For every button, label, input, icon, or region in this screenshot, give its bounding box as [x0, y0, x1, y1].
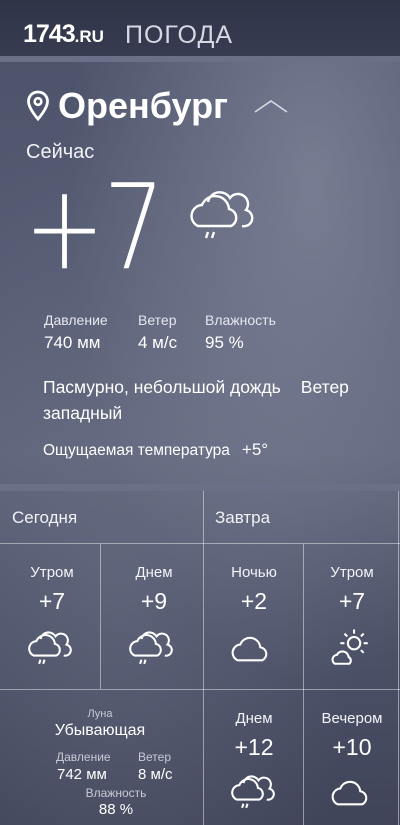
tomorrow-morning-temp: +7 [338, 588, 366, 614]
wind-direction-label: Ветер [300, 377, 349, 397]
section-title[interactable]: ПОГОДА [125, 21, 233, 50]
today-pressure-label: Давление [56, 750, 111, 764]
tomorrow-title: Завтра [215, 508, 271, 527]
feels-like: Ощущаемая температура +5° [43, 440, 269, 459]
grid-line [0, 689, 400, 690]
city-name: Оренбург [58, 85, 229, 126]
today-morning-temp: +7 [38, 588, 66, 614]
weather-condition: Пасмурно, небольшой дождь Ветер западный [43, 377, 349, 423]
today-day-temp: +9 [140, 588, 168, 614]
tomorrow-morning-label: Утром [330, 564, 374, 581]
today-wind-value: 8 м/с [138, 766, 173, 783]
today-pressure-value: 742 мм [57, 766, 107, 783]
moon-label: Луна [87, 708, 113, 720]
moon-phase: Убывающая [54, 722, 146, 739]
grid-line [398, 491, 399, 825]
city-selector[interactable]: Оренбург [26, 84, 228, 128]
tomorrow-night-temp: +2 [240, 588, 268, 614]
grid-line [0, 543, 400, 544]
tomorrow-day-label: Днем [235, 710, 273, 727]
today-humidity-label: Влажность [85, 786, 147, 800]
tomorrow-evening-temp: +10 [332, 734, 372, 760]
grid-line [303, 544, 304, 825]
location-pin-icon [27, 90, 49, 122]
today-title: Сегодня [12, 508, 78, 527]
wind-direction-value: западный [43, 403, 123, 423]
cloud-rain-icon [190, 191, 254, 239]
stat-wind: Ветер 4 м/с [138, 312, 178, 352]
tomorrow-day-temp: +12 [234, 734, 274, 760]
stat-humidity: Влажность 95 % [205, 312, 276, 352]
cloud-rain-icon [231, 775, 275, 809]
forecast-divider [0, 484, 400, 491]
stat-pressure: Давление 740 мм [44, 312, 108, 352]
cloud-rain-icon [28, 631, 72, 665]
cloud-icon [331, 780, 368, 806]
current-temperature: +7 [24, 158, 165, 296]
site-logo[interactable]: 1743.RU [23, 20, 104, 49]
today-wind-label: Ветер [138, 750, 171, 764]
weather-app: 1743.RU ПОГОДА Оренбург Сейчас +7 Давлен… [0, 0, 400, 825]
today-humidity-value: 88 % [98, 801, 134, 818]
today-morning-label: Утром [30, 564, 74, 581]
today-day-label: Днем [135, 564, 173, 581]
grid-line [203, 491, 204, 825]
chevron-up-icon[interactable] [253, 98, 289, 114]
sun-cloud-icon [331, 629, 368, 665]
cloud-rain-icon [129, 631, 173, 665]
top-bar: 1743.RU ПОГОДА [0, 0, 400, 62]
tomorrow-night-label: Ночью [231, 564, 277, 581]
tomorrow-evening-label: Вечером [321, 710, 383, 727]
cloud-icon [231, 636, 268, 662]
